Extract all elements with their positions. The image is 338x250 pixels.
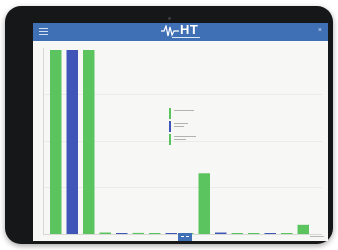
ht-logo: HT: [161, 23, 211, 37]
bar-2: [83, 50, 95, 234]
bar-9: [198, 173, 210, 234]
legend-swatch: [169, 121, 171, 132]
logo-subtitle-bar: [164, 36, 208, 40]
legend-label: [174, 122, 208, 131]
legend-swatch: [169, 134, 171, 145]
bar-3: [99, 232, 111, 234]
chart-legend: [169, 108, 209, 148]
bar-14: [281, 233, 293, 234]
camera-dot: [168, 17, 171, 20]
legend-label: [174, 135, 208, 144]
legend-item: [169, 108, 209, 119]
close-icon[interactable]: ×: [318, 27, 322, 35]
legend-label: [174, 109, 208, 114]
bar-12: [248, 233, 260, 234]
bar-0: [50, 50, 62, 234]
page-selector-button[interactable]: [178, 233, 192, 241]
bar-11: [231, 233, 243, 234]
menu-icon[interactable]: [39, 28, 48, 35]
bar-7: [165, 233, 177, 234]
app-screen: HT ×: [33, 23, 328, 241]
bar-4: [116, 233, 128, 234]
page-indicator-icon: [181, 236, 189, 238]
logo-text: HT: [180, 23, 199, 37]
app-header: HT ×: [33, 23, 328, 41]
bar-5: [132, 232, 144, 234]
legend-swatch: [169, 108, 171, 119]
footer-note: [310, 235, 324, 239]
bar-1: [66, 50, 78, 234]
legend-item: [169, 121, 209, 132]
legend-item: [169, 134, 209, 145]
bar-15: [297, 224, 309, 234]
bar-13: [264, 233, 276, 234]
bar-10: [215, 232, 227, 234]
bar-6: [149, 233, 161, 234]
